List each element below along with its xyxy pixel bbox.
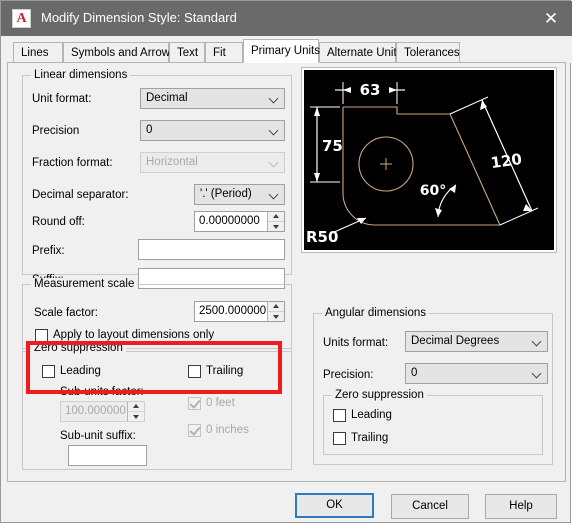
unit-format-value: Decimal: [146, 92, 188, 104]
scale-factor-label: Scale factor:: [34, 307, 98, 319]
chevron-down-icon: [533, 369, 542, 378]
sub-units-factor-stepper: 100.0000000: [60, 401, 145, 422]
linear-leading-label: Leading: [60, 365, 101, 377]
precision-value: 0: [146, 124, 153, 136]
precision-label: Precision: [32, 125, 80, 137]
round-off-spin-buttons[interactable]: [267, 212, 284, 231]
scale-factor-spin-buttons[interactable]: [267, 302, 284, 321]
angular-trailing-label: Trailing: [351, 432, 389, 444]
spin-up-icon[interactable]: [268, 212, 284, 222]
preview-dim-radius: R50: [306, 228, 338, 246]
preview-dim-height: 75: [322, 137, 343, 155]
tab-tolerances[interactable]: Tolerances: [396, 42, 460, 63]
chevron-down-icon: [270, 158, 279, 167]
scale-factor-value: 2500.000000: [199, 305, 266, 317]
round-off-stepper[interactable]: 0.00000000: [194, 211, 285, 232]
window-title: Modify Dimension Style: Standard: [41, 10, 237, 25]
preview-dim-width: 63: [360, 81, 381, 99]
tab-text[interactable]: Text: [169, 42, 205, 63]
title-bar: A Modify Dimension Style: Standard ✕: [1, 1, 572, 36]
sub-units-factor-label: Sub-units factor:: [60, 386, 144, 398]
autocad-logo-icon: A: [12, 9, 31, 28]
tab-fit[interactable]: Fit: [205, 42, 243, 63]
zero-suppression-angular-legend: Zero suppression: [332, 389, 427, 401]
autocad-logo-glyph: A: [16, 11, 27, 26]
chevron-down-icon: [270, 94, 279, 103]
chevron-down-icon: [270, 126, 279, 135]
tab-symbols-arrows[interactable]: Symbols and Arrows: [63, 42, 176, 63]
modify-dimension-style-dialog: A Modify Dimension Style: Standard ✕ Lin…: [0, 0, 572, 523]
angular-precision-select[interactable]: 0: [405, 363, 548, 384]
spin-down-icon[interactable]: [268, 222, 284, 231]
checkbox-box: [188, 365, 201, 378]
chevron-down-icon: [270, 190, 279, 199]
fraction-format-value: Horizontal: [146, 156, 198, 168]
checkbox-box: [35, 329, 48, 342]
zero-suppression-angular-group: Zero suppression: [323, 389, 543, 455]
preview-dim-slant: 120: [490, 150, 524, 172]
apply-layout-dimensions-label: Apply to layout dimensions only: [53, 329, 215, 341]
angular-dimensions-legend: Angular dimensions: [322, 307, 430, 319]
decimal-separator-label: Decimal separator:: [32, 189, 129, 201]
angular-units-format-value: Decimal Degrees: [411, 335, 500, 347]
angular-leading-label: Leading: [351, 409, 392, 421]
fraction-format-label: Fraction format:: [32, 157, 113, 169]
zero-inches-label: 0 inches: [206, 424, 249, 436]
angular-precision-value: 0: [411, 367, 418, 379]
round-off-label: Round off:: [32, 216, 85, 228]
checkbox-box: [333, 432, 346, 445]
fraction-format-select: Horizontal: [140, 152, 285, 173]
zero-feet-label: 0 feet: [206, 397, 235, 409]
tab-bar: Lines Symbols and Arrows Text Fit Primar…: [1, 36, 572, 63]
prefix-label: Prefix:: [32, 245, 65, 257]
dimension-preview-frame: 63 75 120 60° R50: [301, 67, 557, 253]
checkbox-box: [42, 365, 55, 378]
decimal-separator-select[interactable]: '.' (Period): [194, 184, 285, 205]
spin-up-icon: [128, 402, 144, 412]
preview-dim-angle: 60°: [420, 183, 446, 199]
measurement-scale-legend: Measurement scale: [31, 278, 138, 290]
prefix-input[interactable]: [138, 239, 285, 260]
tab-primary-units[interactable]: Primary Units: [243, 39, 320, 63]
close-icon[interactable]: ✕: [536, 6, 566, 31]
ok-button-label: OK: [326, 499, 343, 511]
dimension-preview-image: 63 75 120 60° R50: [304, 70, 554, 250]
tab-lines[interactable]: Lines: [13, 42, 63, 63]
unit-format-label: Unit format:: [32, 93, 92, 105]
spin-down-icon: [128, 412, 144, 421]
sub-unit-suffix-label: Sub-unit suffix:: [60, 430, 136, 442]
angular-precision-label: Precision:: [323, 369, 374, 381]
angular-units-format-label: Units format:: [323, 337, 389, 349]
sub-unit-suffix-input[interactable]: [68, 445, 147, 466]
chevron-down-icon: [533, 337, 542, 346]
linear-trailing-label: Trailing: [206, 365, 244, 377]
spin-down-icon[interactable]: [268, 312, 284, 321]
sub-units-factor-spin-buttons: [127, 402, 144, 421]
spin-up-icon[interactable]: [268, 302, 284, 312]
unit-format-select[interactable]: Decimal: [140, 88, 285, 109]
sub-units-factor-value: 100.0000000: [65, 405, 126, 417]
round-off-value: 0.00000000: [199, 215, 260, 227]
angular-units-format-select[interactable]: Decimal Degrees: [405, 331, 548, 352]
checkbox-box: [188, 397, 201, 410]
preview-drawing: 63 75 120 60° R50: [306, 81, 539, 246]
checkbox-box: [188, 424, 201, 437]
checkbox-box: [333, 409, 346, 422]
zero-suppression-linear-legend: Zero suppression: [31, 342, 126, 354]
decimal-separator-value: '.' (Period): [200, 188, 252, 200]
ok-button[interactable]: OK: [295, 493, 374, 518]
tab-alternate-units[interactable]: Alternate Units: [319, 42, 402, 63]
cancel-button[interactable]: Cancel: [391, 494, 469, 519]
linear-dimensions-legend: Linear dimensions: [31, 69, 131, 81]
help-button[interactable]: Help: [485, 494, 557, 519]
precision-select[interactable]: 0: [140, 120, 285, 141]
scale-factor-stepper[interactable]: 2500.000000: [194, 301, 285, 322]
